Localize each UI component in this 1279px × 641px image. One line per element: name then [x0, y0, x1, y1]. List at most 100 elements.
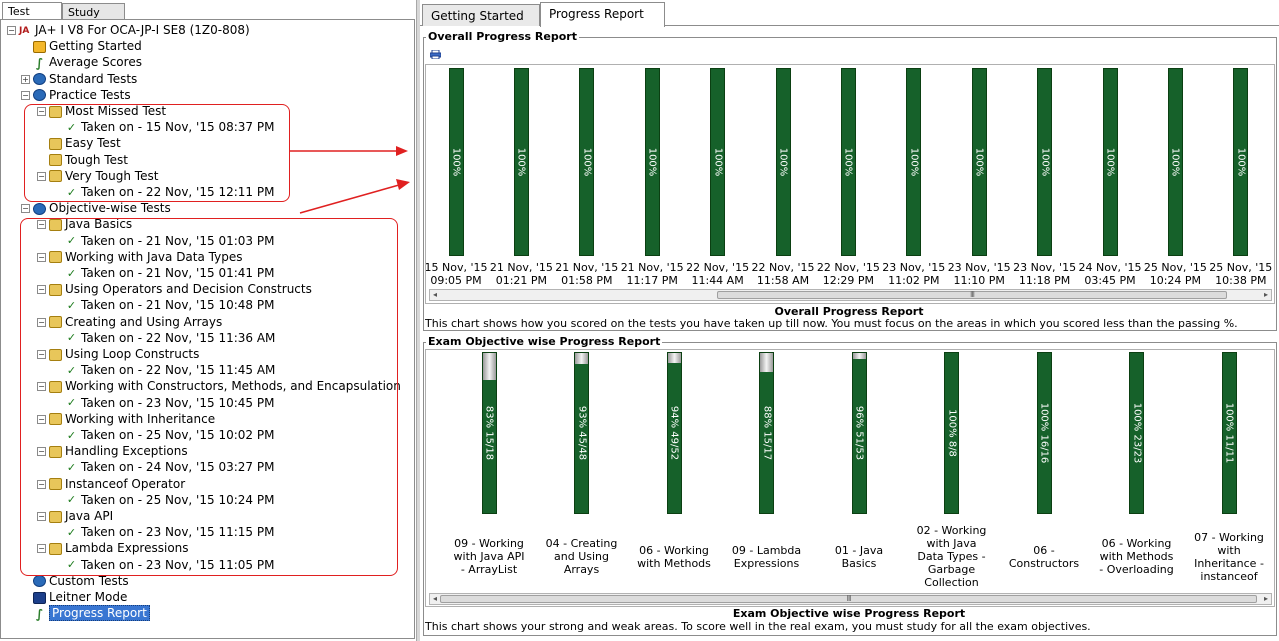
globe-icon	[33, 575, 46, 588]
tree-item-label: Objective-wise Tests	[49, 201, 171, 216]
tab-progress-report[interactable]: Progress ReportX	[540, 2, 665, 41]
tick-label-line: 06 - Working	[639, 543, 709, 557]
x-axis-tick-label: 22 Nov, '15 12:29 PM	[816, 261, 880, 287]
bar-data-label: 100%	[646, 147, 658, 177]
tab-label: Getting Started	[431, 9, 524, 23]
tree-item-label: Leitner Mode	[49, 590, 128, 604]
x-axis-tick-label: 25 Nov, '15 10:38 PM	[1209, 261, 1273, 287]
tree-item[interactable]: − JA JA+ I V8 For OCA-JP-I SE8 (1Z0-808)	[7, 22, 250, 38]
tick-label-line: 03:45 PM	[1084, 274, 1136, 287]
tree-item[interactable]: ∫ Average Scores	[21, 54, 142, 70]
x-axis-tick-label: 23 Nov, '15 11:02 PM	[882, 261, 946, 287]
tick-label-line: 02 - Working	[916, 524, 987, 537]
bar-remaining	[760, 353, 773, 373]
tab-study-view[interactable]: Study View	[62, 3, 125, 36]
globe-icon	[33, 73, 46, 86]
scroll-left-icon[interactable]: ◂	[430, 290, 440, 300]
tree-item[interactable]: − Practice Tests	[21, 87, 131, 103]
chart-bar: 100% 23/23	[1129, 352, 1144, 514]
tick-label-line: 09 - Working	[454, 537, 524, 550]
x-axis-tick-label: 06 - Working with Methods	[630, 544, 718, 570]
x-axis-tick-label: 06 - Working with Methods - Overloading	[1093, 537, 1181, 576]
editor-tab-strip: Getting StartedX Progress ReportX	[420, 0, 1279, 43]
overall-horizontal-scrollbar[interactable]: ◂ III ▸	[429, 289, 1272, 301]
bar-data-label: 100%	[973, 147, 985, 177]
tick-label-line: Data Types -	[917, 550, 986, 563]
tick-label-line: 09 - Lambda	[731, 543, 802, 557]
scroll-right-icon[interactable]: ▸	[1261, 594, 1271, 604]
bar-data-label: 96% 51/53	[853, 405, 865, 461]
bar-data-label: 100%	[1169, 147, 1181, 177]
x-axis-tick-label: 09 - Lambda Expressions	[723, 544, 811, 570]
chart-bar: 100% 16/16	[1036, 352, 1052, 514]
tick-label-line: Collection	[924, 576, 979, 589]
scroll-thumb[interactable]: III	[440, 594, 1257, 603]
scroll-left-icon[interactable]: ◂	[430, 594, 440, 604]
tick-label-line: 23 Nov, '15	[947, 261, 1011, 274]
globe-icon	[33, 89, 46, 102]
x-axis-tick-label: 15 Nov, '15 09:05 PM	[425, 261, 488, 287]
overall-chart: 100% 15 Nov, '15 09:05 PM 100% 21 Nov, '15 01…	[425, 64, 1275, 304]
tree-item-label: Getting Started	[49, 39, 142, 54]
chart-bar: 100% 8/8	[944, 352, 959, 514]
tree-item[interactable]: Getting Started	[21, 38, 142, 54]
objective-chart-title: Exam Objective wise Progress Report	[732, 607, 966, 620]
tick-label-line: with	[1217, 543, 1241, 557]
tick-label-line: with Java	[926, 537, 977, 550]
tick-label-line: 11:58 AM	[756, 274, 810, 287]
bar-data-label: 100% 8/8	[946, 409, 957, 457]
tick-label-line: 21 Nov, '15	[555, 261, 619, 274]
tick-label-line: 07 - Working	[1194, 530, 1264, 544]
tick-label-line: 04 - Creating	[545, 537, 618, 550]
tick-label-line: - Overloading	[1099, 563, 1174, 576]
collapse-icon[interactable]: −	[21, 204, 30, 214]
bar-data-label: 83% 15/18	[483, 405, 495, 461]
chart-bar: 100%	[971, 68, 987, 256]
objective-horizontal-scrollbar[interactable]: ◂ III ▸	[429, 593, 1272, 605]
tick-label-line: - ArrayList	[460, 563, 518, 576]
x-axis-tick-label: 02 - Working with Java Data Types - Garbage…	[908, 524, 996, 589]
tick-label-line: 06 -	[1033, 543, 1055, 557]
bulb-icon	[33, 40, 46, 53]
tick-label-line: 24 Nov, '15	[1078, 261, 1142, 274]
tick-label-line: 15 Nov, '15	[425, 261, 488, 274]
chart-bar: 94% 49/52	[666, 352, 682, 514]
tick-label-line: 01:58 PM	[561, 274, 613, 287]
bar-data-label: 93% 45/48	[576, 405, 587, 461]
scroll-right-icon[interactable]: ▸	[1261, 290, 1271, 300]
tab-getting-started[interactable]: Getting StartedX	[422, 4, 540, 43]
tick-label-line: 11:17 PM	[626, 274, 678, 287]
tick-label-line: 23 Nov, '15	[882, 261, 946, 274]
left-tab-strip: Test View Study View	[0, 2, 416, 36]
tree-item[interactable]: ∫ Progress Report	[21, 605, 150, 622]
x-axis-tick-label: 07 - Working with Inheritance - instanceof	[1185, 531, 1273, 583]
line-chart-icon: ∫	[35, 55, 44, 70]
tick-label-line: 23 Nov, '15	[1013, 261, 1077, 274]
x-axis-tick-label: 25 Nov, '15 10:24 PM	[1143, 261, 1207, 287]
tree-item[interactable]: − Objective-wise Tests	[21, 200, 171, 216]
objective-progress-group: Exam Objective wise Progress Report 83% …	[423, 335, 1277, 636]
x-axis-tick-label: 21 Nov, '15 01:58 PM	[555, 261, 619, 287]
collapse-icon[interactable]: −	[7, 26, 16, 35]
collapse-icon[interactable]: −	[21, 90, 30, 100]
tick-label-line: 22 Nov, '15	[686, 261, 750, 274]
tick-label-line: 09:05 PM	[430, 274, 482, 287]
bar-data-label: 100%	[450, 147, 462, 177]
tick-label-line: 22 Nov, '15	[751, 261, 815, 274]
overall-group-title: Overall Progress Report	[426, 30, 579, 43]
bar-data-label: 100% 23/23	[1131, 402, 1142, 464]
tree-item[interactable]: Leitner Mode	[21, 589, 127, 605]
x-axis-tick-label: 06 - Constructors	[1000, 544, 1088, 570]
chart-bar: 100%	[1233, 68, 1249, 256]
bar-data-label: 100%	[1039, 147, 1051, 177]
bar-data-label: 100%	[908, 147, 920, 177]
tick-label-line: with Methods	[637, 556, 711, 570]
x-axis-tick-label: 21 Nov, '15 01:21 PM	[489, 261, 553, 287]
tree-item[interactable]: + Standard Tests	[21, 71, 137, 87]
expand-icon[interactable]: +	[21, 74, 30, 84]
tree-item-label: Progress Report	[49, 605, 150, 622]
print-icon[interactable]	[430, 50, 441, 59]
tree-item-label: Standard Tests	[49, 71, 138, 86]
scroll-thumb[interactable]: III	[717, 290, 1227, 299]
objective-chart: 83% 15/18 09 - Working with Java API - Arra…	[425, 349, 1275, 607]
